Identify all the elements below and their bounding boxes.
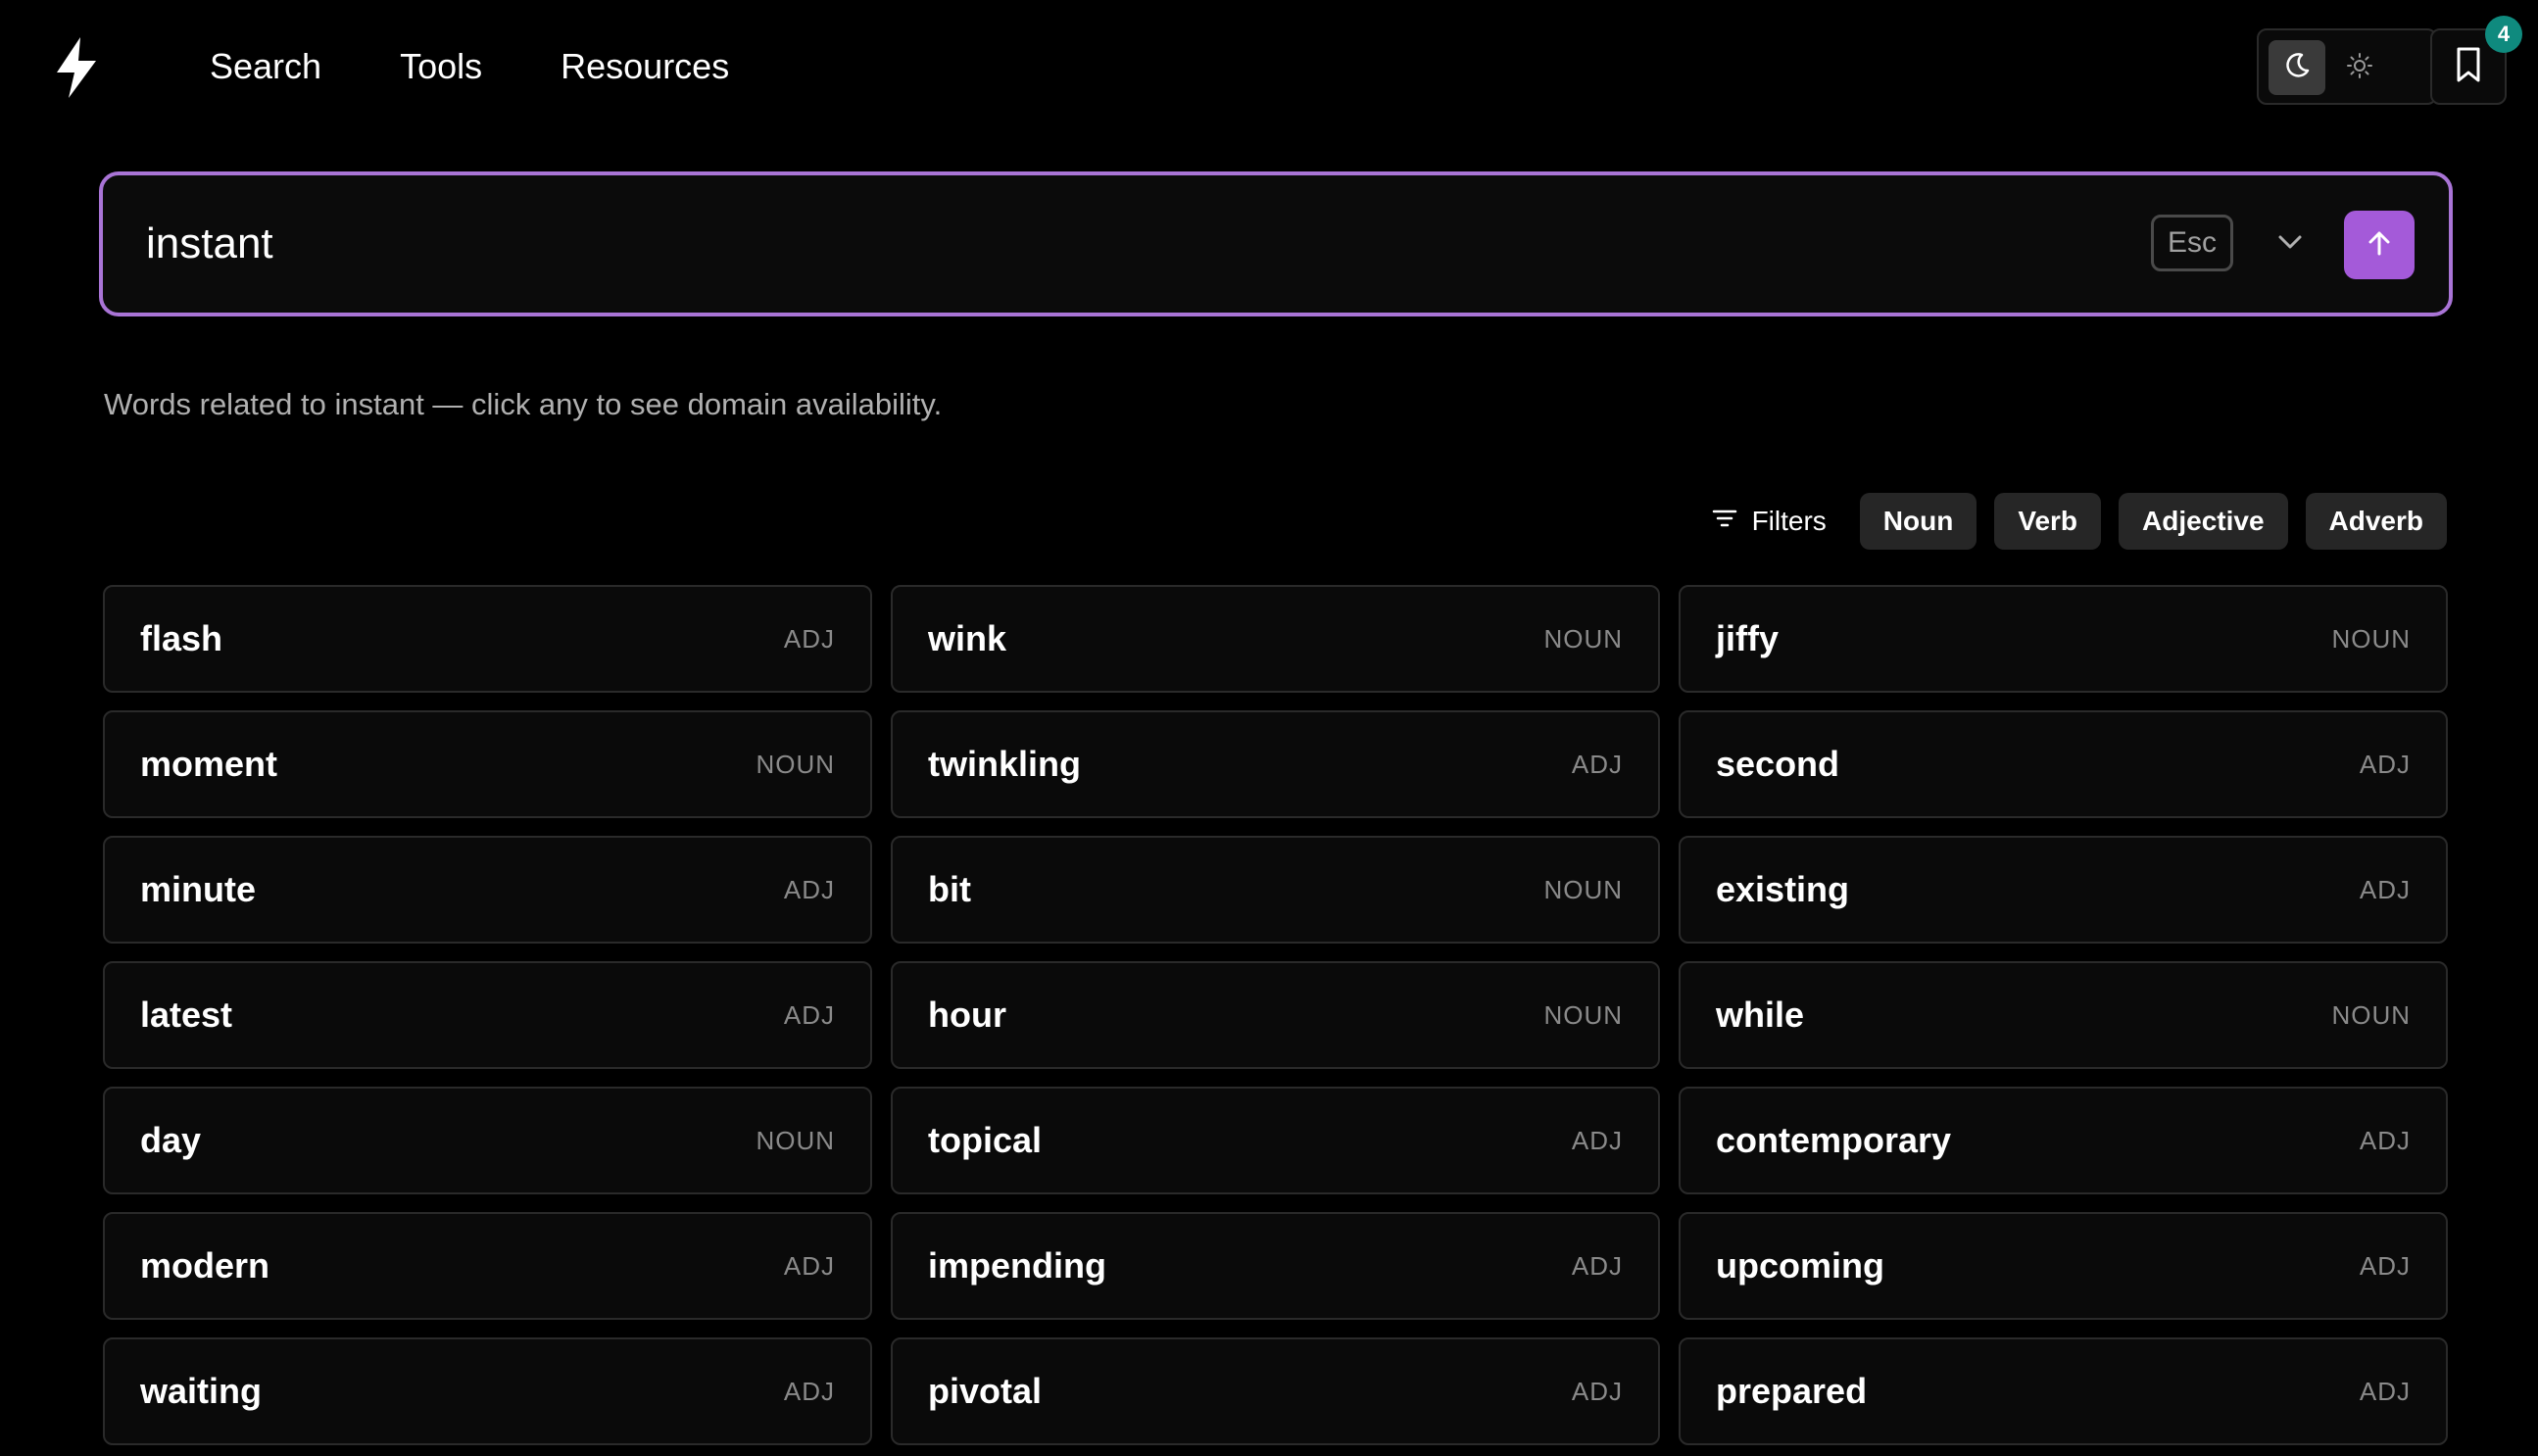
- word-text: second: [1716, 744, 1840, 784]
- part-of-speech: NOUN: [1543, 874, 1623, 904]
- word-card[interactable]: latest ADJ: [103, 961, 872, 1069]
- dark-theme-button[interactable]: [2269, 40, 2325, 95]
- word-card[interactable]: modern ADJ: [103, 1212, 872, 1320]
- part-of-speech: NOUN: [756, 1125, 835, 1155]
- word-text: impending: [928, 1245, 1106, 1286]
- options-dropdown-button[interactable]: [2263, 217, 2318, 271]
- nav-resources-link[interactable]: Resources: [561, 45, 729, 88]
- word-text: prepared: [1716, 1371, 1868, 1411]
- word-text: existing: [1716, 869, 1850, 909]
- filters-toggle[interactable]: Filters: [1711, 506, 1827, 537]
- word-card[interactable]: wink NOUN: [891, 585, 1660, 693]
- word-card[interactable]: waiting ADJ: [103, 1337, 872, 1445]
- nav-tools-link[interactable]: Tools: [400, 45, 482, 88]
- part-of-speech: ADJ: [1571, 749, 1623, 779]
- bookmark-icon: [2454, 46, 2483, 88]
- word-text: bit: [928, 869, 971, 909]
- part-of-speech: ADJ: [2359, 1250, 2411, 1281]
- nav-search-link[interactable]: Search: [210, 45, 321, 88]
- part-of-speech: ADJ: [1571, 1125, 1623, 1155]
- word-card[interactable]: impending ADJ: [891, 1212, 1660, 1320]
- word-card[interactable]: topical ADJ: [891, 1087, 1660, 1194]
- top-header: Search Tools Resources 4: [0, 0, 2538, 137]
- word-text: flash: [140, 618, 223, 658]
- word-card[interactable]: contemporary ADJ: [1679, 1087, 2448, 1194]
- word-text: hour: [928, 995, 1006, 1035]
- word-card[interactable]: moment NOUN: [103, 710, 872, 818]
- part-of-speech: ADJ: [1571, 1250, 1623, 1281]
- part-of-speech: ADJ: [1571, 1376, 1623, 1406]
- lightning-bolt-icon[interactable]: [47, 35, 104, 100]
- part-of-speech: NOUN: [2331, 623, 2411, 654]
- word-card[interactable]: minute ADJ: [103, 836, 872, 944]
- part-of-speech: ADJ: [783, 1376, 835, 1406]
- word-card[interactable]: existing ADJ: [1679, 836, 2448, 944]
- part-of-speech: ADJ: [2359, 749, 2411, 779]
- part-of-speech: NOUN: [2331, 999, 2411, 1030]
- word-text: day: [140, 1120, 202, 1160]
- filter-bar: Filters Noun Verb Adjective Adverb: [1711, 493, 2447, 550]
- part-of-speech: ADJ: [783, 623, 835, 654]
- part-of-speech: ADJ: [2359, 1125, 2411, 1155]
- filter-chip-adverb[interactable]: Adverb: [2305, 493, 2447, 550]
- word-text: waiting: [140, 1371, 262, 1411]
- word-card[interactable]: second ADJ: [1679, 710, 2448, 818]
- moon-icon: [2282, 51, 2312, 85]
- word-text: jiffy: [1716, 618, 1780, 658]
- word-text: moment: [140, 744, 278, 784]
- word-text: while: [1716, 995, 1805, 1035]
- chevron-down-icon: [2275, 232, 2305, 257]
- word-text: wink: [928, 618, 1007, 658]
- word-text: topical: [928, 1120, 1043, 1160]
- word-text: upcoming: [1716, 1245, 1884, 1286]
- filter-lines-icon: [1711, 506, 1738, 537]
- search-box: Esc: [99, 171, 2453, 316]
- main-nav: Search Tools Resources: [210, 45, 729, 88]
- word-card[interactable]: twinkling ADJ: [891, 710, 1660, 818]
- word-card[interactable]: jiffy NOUN: [1679, 585, 2448, 693]
- word-text: minute: [140, 869, 257, 909]
- word-text: pivotal: [928, 1371, 1043, 1411]
- part-of-speech: NOUN: [756, 749, 835, 779]
- arrow-up-icon: [2365, 228, 2394, 263]
- word-card[interactable]: prepared ADJ: [1679, 1337, 2448, 1445]
- word-text: latest: [140, 995, 233, 1035]
- word-card[interactable]: flash ADJ: [103, 585, 872, 693]
- filter-chip-adjective[interactable]: Adjective: [2119, 493, 2288, 550]
- word-text: twinkling: [928, 744, 1081, 784]
- part-of-speech: ADJ: [783, 1250, 835, 1281]
- part-of-speech: NOUN: [1543, 623, 1623, 654]
- filters-label: Filters: [1751, 506, 1827, 536]
- word-text: contemporary: [1716, 1120, 1952, 1160]
- word-card[interactable]: pivotal ADJ: [891, 1337, 1660, 1445]
- word-card[interactable]: upcoming ADJ: [1679, 1212, 2448, 1320]
- word-card[interactable]: day NOUN: [103, 1087, 872, 1194]
- word-card[interactable]: bit NOUN: [891, 836, 1660, 944]
- word-text: modern: [140, 1245, 270, 1286]
- submit-search-button[interactable]: [2344, 211, 2415, 279]
- bookmark-count-badge: 4: [2485, 16, 2522, 53]
- part-of-speech: NOUN: [1543, 999, 1623, 1030]
- sun-icon: [2345, 51, 2374, 85]
- light-theme-button[interactable]: [2331, 40, 2388, 95]
- part-of-speech: ADJ: [2359, 1376, 2411, 1406]
- part-of-speech: ADJ: [783, 999, 835, 1030]
- word-card[interactable]: while NOUN: [1679, 961, 2448, 1069]
- part-of-speech: ADJ: [783, 874, 835, 904]
- word-grid: flash ADJ wink NOUN jiffy NOUN moment NOUN t…: [103, 585, 2449, 1445]
- filter-chip-verb[interactable]: Verb: [1994, 493, 2102, 550]
- esc-button[interactable]: Esc: [2151, 215, 2233, 271]
- word-card[interactable]: hour NOUN: [891, 961, 1660, 1069]
- results-description: Words related to instant — click any to …: [104, 387, 943, 421]
- search-input[interactable]: [146, 175, 2106, 313]
- filter-chip-noun[interactable]: Noun: [1859, 493, 1977, 550]
- part-of-speech: ADJ: [2359, 874, 2411, 904]
- theme-toggle: [2257, 28, 2437, 105]
